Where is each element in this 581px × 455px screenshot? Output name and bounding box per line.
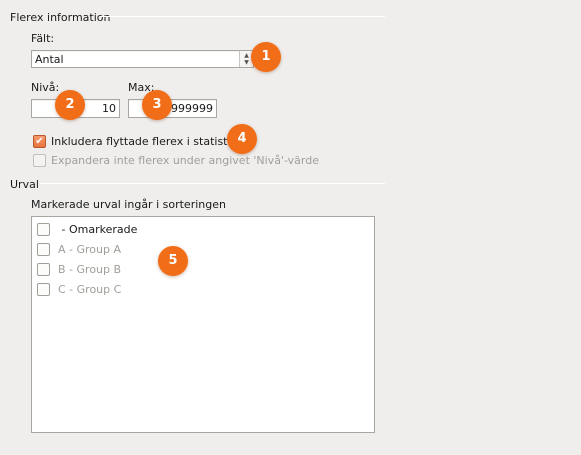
flerex-settings-panel: Flerex information Fält: Antal ▲ ▼ Nivå: … bbox=[0, 0, 581, 455]
include-moved-label[interactable]: Inkludera flyttade flerex i statistiken bbox=[51, 135, 250, 148]
annotation-badge: 4 bbox=[227, 124, 257, 154]
expand-label: Expandera inte flerex under angivet 'Niv… bbox=[51, 154, 319, 167]
annotation-badge: 2 bbox=[55, 90, 85, 120]
flerex-section-title: Flerex information bbox=[10, 11, 111, 24]
field-label: Fält: bbox=[31, 32, 55, 45]
list-item-checkbox[interactable] bbox=[37, 263, 50, 276]
list-item-checkbox[interactable] bbox=[37, 283, 50, 296]
max-input-value: 999999 bbox=[171, 102, 213, 115]
annotation-badge: 1 bbox=[251, 42, 281, 72]
list-item-checkbox[interactable] bbox=[37, 243, 50, 256]
list-item-label: B - Group B bbox=[58, 263, 122, 276]
field-select-value: Antal bbox=[35, 53, 64, 66]
level-input-value: 10 bbox=[102, 102, 116, 115]
flerex-section-divider bbox=[100, 16, 385, 17]
selection-list[interactable]: - Omarkerade A - Group A B - Group B C -… bbox=[31, 216, 375, 433]
annotation-badge: 5 bbox=[158, 246, 188, 276]
selection-list-label: Markerade urval ingår i sorteringen bbox=[31, 198, 226, 211]
list-item-label: - Omarkerade bbox=[58, 223, 138, 236]
field-select[interactable]: Antal ▲ ▼ bbox=[31, 50, 254, 68]
include-moved-checkbox[interactable]: ✔ bbox=[33, 135, 46, 148]
selection-section-divider bbox=[40, 183, 385, 184]
level-label: Nivå: bbox=[31, 81, 60, 94]
expand-checkbox[interactable] bbox=[33, 154, 46, 167]
selection-section-title: Urval bbox=[10, 178, 39, 191]
list-item-checkbox[interactable] bbox=[37, 223, 50, 236]
annotation-badge: 3 bbox=[142, 90, 172, 120]
list-item-label: A - Group A bbox=[58, 243, 121, 256]
list-item-label: C - Group C bbox=[58, 283, 122, 296]
